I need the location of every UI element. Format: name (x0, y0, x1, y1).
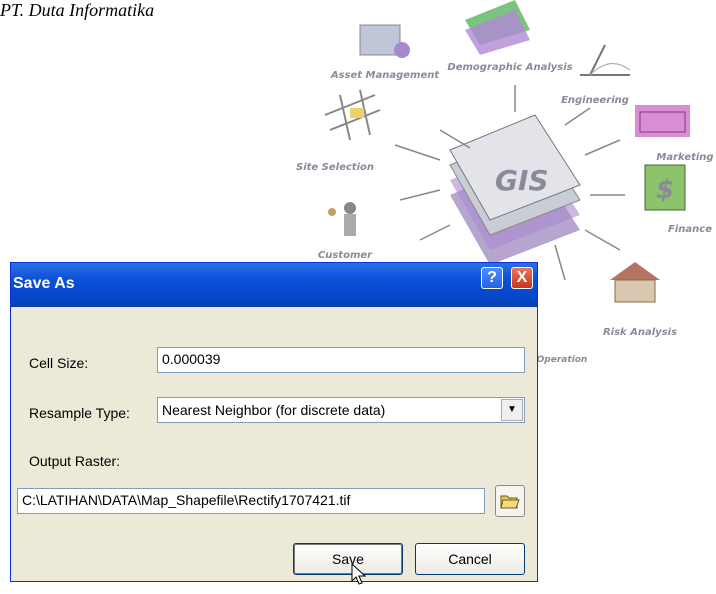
resample-type-value: Nearest Neighbor (for discrete data) (162, 402, 386, 418)
resample-type-select[interactable]: Nearest Neighbor (for discrete data) ▼ (157, 397, 525, 423)
open-folder-icon (500, 495, 520, 509)
gis-label: GIS (495, 164, 549, 197)
demographic-analysis-icon (465, 0, 530, 55)
marketing-icon (635, 105, 690, 137)
operation-label: Operation (537, 355, 588, 365)
asset-label: Asset Management (330, 70, 441, 81)
mouse-pointer-icon (351, 563, 367, 585)
browse-button[interactable] (495, 485, 525, 517)
dialog-title: Save As (13, 275, 75, 292)
svg-text:$: $ (656, 175, 674, 205)
dialog-titlebar[interactable]: Save As ? X (11, 263, 537, 307)
save-button[interactable]: Save (293, 543, 403, 575)
chevron-down-icon[interactable]: ▼ (501, 399, 523, 421)
close-icon: X (516, 269, 528, 286)
engineering-icon (580, 44, 631, 76)
cell-size-label: Cell Size: (29, 355, 89, 371)
resample-type-label: Resample Type: (29, 405, 130, 421)
help-button[interactable]: ? (481, 267, 503, 289)
customer-label: Customer (318, 250, 373, 261)
close-button[interactable]: X (511, 267, 533, 289)
cell-size-input[interactable]: 0.000039 (157, 347, 525, 373)
header-company-text: PT. Duta Informatika (0, 0, 155, 20)
demographic-label: Demographic Analysis (447, 62, 572, 73)
cancel-button[interactable]: Cancel (415, 543, 525, 575)
help-icon: ? (487, 269, 497, 286)
finance-label: Finance (668, 224, 712, 235)
risk-analysis-icon (610, 262, 660, 303)
site-label: Site Selection (296, 162, 374, 173)
asset-management-icon (359, 24, 410, 58)
svg-text:Site Selection: Site Selection (296, 162, 374, 173)
engineering-label: Engineering (561, 95, 629, 106)
svg-text:Asset Management: Asset Management (330, 70, 441, 81)
risk-label: Risk Analysis (603, 327, 677, 338)
output-raster-label: Output Raster: (29, 453, 121, 469)
output-raster-input[interactable]: C:\LATIHAN\DATA\Map_Shapefile\Rectify170… (17, 488, 485, 514)
site-selection-icon (324, 89, 381, 141)
marketing-label: Marketing (656, 152, 713, 163)
save-as-dialog: Save As ? X Cell Size: 0.000039 Resample… (10, 262, 538, 585)
finance-icon: $ (644, 164, 686, 211)
customer-icon (328, 202, 356, 236)
